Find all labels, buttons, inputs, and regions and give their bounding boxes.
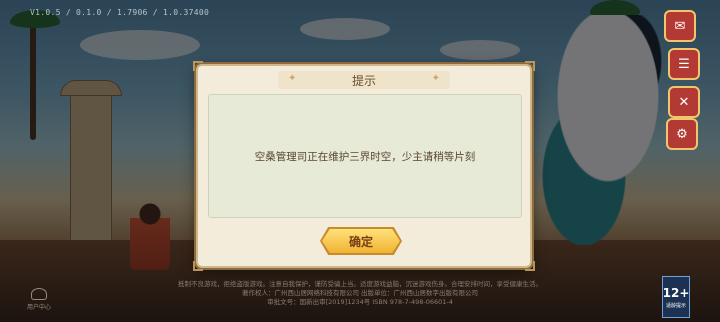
tools-icon[interactable]: ✕: [668, 86, 700, 118]
dialog-corner-ornament: [193, 261, 203, 271]
mail-icon[interactable]: ☰: [668, 48, 700, 80]
settings-icon[interactable]: ⚙: [666, 118, 698, 150]
dialog-corner-ornament: [525, 61, 535, 71]
confirm-button-label: 确定: [348, 234, 373, 249]
dialog-message: 空桑管理司正在维护三界时空，少主请稍等片刻: [254, 150, 476, 163]
dialog-title-bar: ✦ 提示 ✦: [278, 71, 450, 89]
sparkle-icon: ✦: [431, 73, 440, 84]
confirm-button[interactable]: 确定: [322, 229, 400, 253]
user-center-label: 用户中心: [26, 304, 51, 311]
version-text: V1.0.5 / 0.1.0 / 1.7906 / 1.0.37400: [30, 8, 210, 17]
dialog-corner-ornament: [525, 261, 535, 271]
user-center-icon: [31, 288, 47, 300]
dialog-message-box: 空桑管理司正在维护三界时空，少主请稍等片刻: [208, 94, 522, 218]
footer-line: 抵制不良游戏，拒绝盗版游戏。注意自我保护，谨防受骗上当。适度游戏益脑，沉迷游戏伤…: [178, 280, 542, 288]
dialog-corner-ornament: [193, 61, 203, 71]
footer-notice: 抵制不良游戏，拒绝盗版游戏。注意自我保护，谨防受骗上当。适度游戏益脑，沉迷游戏伤…: [60, 280, 660, 307]
user-center-button[interactable]: 用户中心: [24, 288, 54, 314]
footer-line: 审批文号：国新出审[2019]1234号 ISBN 978-7-498-0660…: [267, 298, 453, 306]
dialog-title: 提示: [351, 73, 376, 88]
age-rating-value: 12+: [662, 285, 690, 300]
footer-line: 著作权人：广州西山居网络科技有限公司 出版单位：广州西山居数字出版有限公司: [241, 289, 479, 297]
sparkle-icon: ✦: [288, 73, 297, 84]
age-rating-label: 适龄提示: [665, 302, 686, 309]
notice-dialog: ✦ 提示 ✦ 空桑管理司正在维护三界时空，少主请稍等片刻 确定: [193, 61, 535, 271]
gift-icon[interactable]: ✉: [664, 10, 696, 42]
age-rating-badge: 12+ 适龄提示: [662, 276, 690, 318]
